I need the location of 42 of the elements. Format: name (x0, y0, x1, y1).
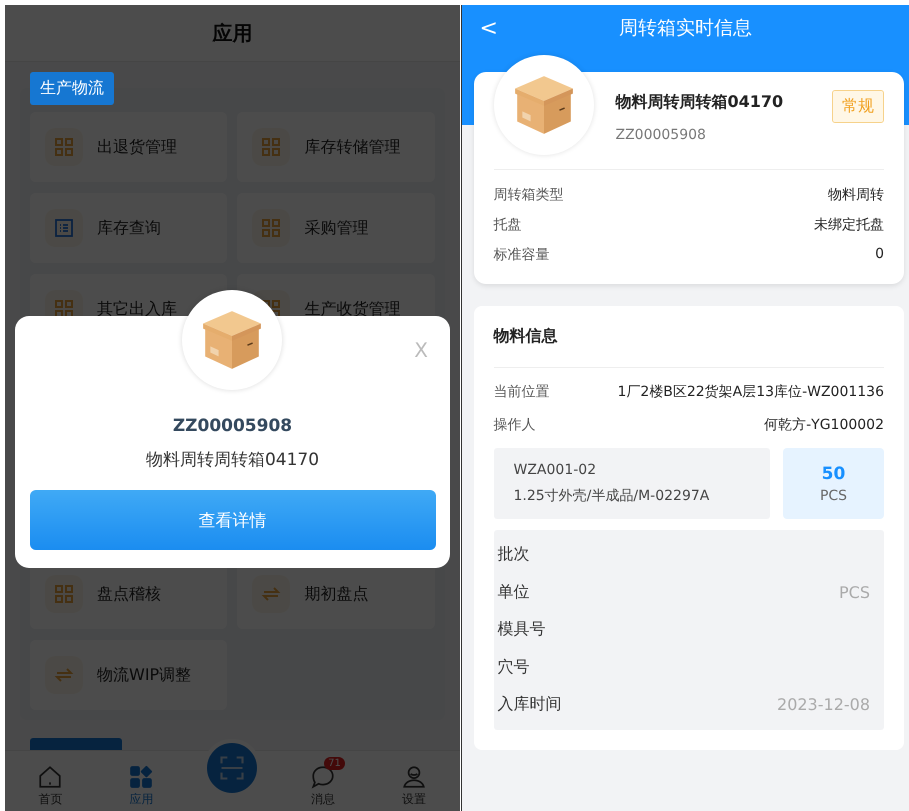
field-value: 0 (875, 246, 884, 264)
app-label: 期初盘点 (304, 584, 368, 604)
app-label: 采购管理 (304, 218, 368, 238)
app-label: 其它出入库 (97, 298, 177, 320)
app-label: 物流WIP调整 (97, 664, 192, 686)
app-label: 盘点稽核 (97, 584, 161, 604)
app-label: 出退货管理 (97, 136, 177, 158)
item-description: 1.25寸外壳/半成品/M-02297A (514, 487, 710, 505)
screen-title: 应用 (212, 20, 252, 46)
quantity-value: 50 (822, 464, 846, 484)
box-code: ZZ00005908 (616, 127, 707, 143)
app-label: 生产收货管理 (304, 298, 400, 320)
field-value: 未绑定托盘 (814, 216, 884, 234)
field-label: 周转箱类型 (494, 186, 564, 204)
field-value: 1厂2楼B区22货架A层13库位-WZ001136 (617, 383, 884, 401)
type-tag: 常规 (832, 90, 884, 123)
detail-label: 单位 (498, 582, 530, 603)
detail-value: PCS (839, 582, 870, 602)
field-value: 物料周转 (828, 186, 884, 204)
view-details-button[interactable]: 查看详情 (30, 490, 436, 550)
field-label: 托盘 (494, 216, 522, 234)
section-tag: 生产物流 (30, 72, 114, 105)
screen-title: 周转箱实时信息 (618, 16, 752, 41)
box-name: 物料周转周转箱04170 (616, 92, 784, 113)
detail-label: 穴号 (498, 656, 530, 678)
detail-value: 2023-12-08 (777, 695, 870, 714)
box-name: 物料周转周转箱04170 (146, 449, 320, 471)
field-label: 标准容量 (494, 246, 550, 264)
app-label: 库存转储管理 (304, 136, 400, 158)
app-label: 库存查询 (97, 218, 161, 238)
detail-label: 入库时间 (498, 694, 562, 716)
close-button[interactable]: X (414, 338, 428, 362)
quantity-unit: PCS (820, 488, 848, 504)
section-title: 物料信息 (494, 326, 884, 368)
back-button[interactable]: < (480, 16, 498, 40)
field-label: 操作人 (494, 416, 536, 434)
detail-label: 模具号 (498, 619, 546, 640)
field-value: 何乾方-YG100002 (764, 416, 884, 434)
item-code: WZA001-02 (514, 462, 598, 478)
box-code: ZZ00005908 (172, 416, 292, 436)
field-label: 当前位置 (494, 383, 550, 401)
detail-label: 批次 (498, 544, 530, 566)
